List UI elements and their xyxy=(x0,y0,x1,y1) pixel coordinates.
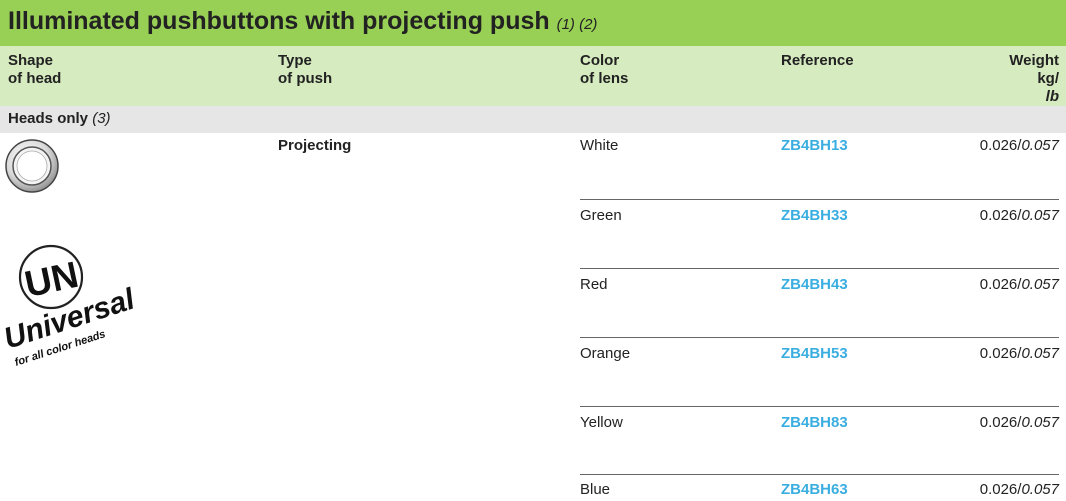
header-reference: Reference xyxy=(781,52,854,70)
row-weight-lb: 0.057 xyxy=(1021,137,1059,154)
row-reference[interactable]: ZB4BH33 xyxy=(781,207,848,224)
row-weight: 0.026/0.057 xyxy=(980,276,1059,293)
header-type-of-push: Type of push xyxy=(278,52,332,88)
row-color: Green xyxy=(580,207,622,224)
header-type-line1: Type xyxy=(278,52,312,69)
row-weight: 0.026/0.057 xyxy=(980,481,1059,498)
header-weight-line2: kg/lb xyxy=(1009,70,1059,106)
header-shape-of-head: Shape of head xyxy=(8,52,61,88)
row-divider xyxy=(580,406,1059,407)
row-divider xyxy=(580,199,1059,200)
pushbutton-head-icon xyxy=(5,139,59,193)
header-color-line1: Color xyxy=(580,52,620,69)
row-weight-kg: 0.026/ xyxy=(979,207,1022,224)
row-weight: 0.026/0.057 xyxy=(980,345,1059,362)
row-weight-kg: 0.026/ xyxy=(979,276,1022,293)
row-weight-lb: 0.057 xyxy=(1021,414,1059,431)
row-weight-lb: 0.057 xyxy=(1021,207,1059,224)
row-reference[interactable]: ZB4BH13 xyxy=(781,137,848,154)
section-note: (3) xyxy=(92,110,111,127)
row-divider xyxy=(580,474,1059,475)
header-weight-lb: lb xyxy=(1045,88,1059,105)
column-header-band xyxy=(0,46,1066,106)
header-color-line2: of lens xyxy=(580,70,629,87)
row-weight: 0.026/0.057 xyxy=(980,207,1059,224)
row-weight: 0.026/0.057 xyxy=(980,137,1059,154)
row-color: Blue xyxy=(580,481,611,498)
row-weight-kg: 0.026/ xyxy=(979,345,1022,362)
header-weight: Weight kg/lb xyxy=(1009,52,1059,106)
row-reference[interactable]: ZB4BH53 xyxy=(781,345,848,362)
header-shape-line1: Shape xyxy=(8,52,54,69)
row-weight-kg: 0.026/ xyxy=(979,414,1022,431)
row-color: Red xyxy=(580,276,608,293)
universal-logo-icon: UN Universal for all color heads xyxy=(2,244,139,369)
row-weight-lb: 0.057 xyxy=(1021,276,1059,293)
row-weight-lb: 0.057 xyxy=(1021,345,1059,362)
header-type-line2: of push xyxy=(278,70,333,87)
type-of-push: Projecting xyxy=(278,137,352,154)
header-weight-line1: Weight xyxy=(1009,52,1059,69)
row-weight: 0.026/0.057 xyxy=(980,414,1059,431)
row-divider xyxy=(580,337,1059,338)
title-notes: (1) (2) xyxy=(556,16,598,33)
section-band xyxy=(0,106,1066,133)
row-weight-lb: 0.057 xyxy=(1021,481,1059,498)
header-color-of-lens: Color of lens xyxy=(580,52,628,88)
row-reference[interactable]: ZB4BH63 xyxy=(781,481,848,498)
header-weight-kg: kg/ xyxy=(1037,70,1059,87)
row-color: White xyxy=(580,137,619,154)
row-color: Orange xyxy=(580,345,631,362)
title-text: Illuminated pushbuttons with projecting … xyxy=(8,7,550,35)
row-weight-kg: 0.026/ xyxy=(979,481,1022,498)
section-heads-only: Heads only (3) xyxy=(8,110,111,127)
header-reference-label: Reference xyxy=(781,52,854,69)
header-shape-line2: of head xyxy=(8,70,62,87)
row-weight-kg: 0.026/ xyxy=(979,137,1022,154)
section-label: Heads only xyxy=(8,110,89,127)
row-divider xyxy=(580,268,1059,269)
row-reference[interactable]: ZB4BH43 xyxy=(781,276,848,293)
row-color: Yellow xyxy=(580,414,623,431)
row-reference[interactable]: ZB4BH83 xyxy=(781,414,848,431)
page-title: Illuminated pushbuttons with projecting … xyxy=(8,7,597,36)
